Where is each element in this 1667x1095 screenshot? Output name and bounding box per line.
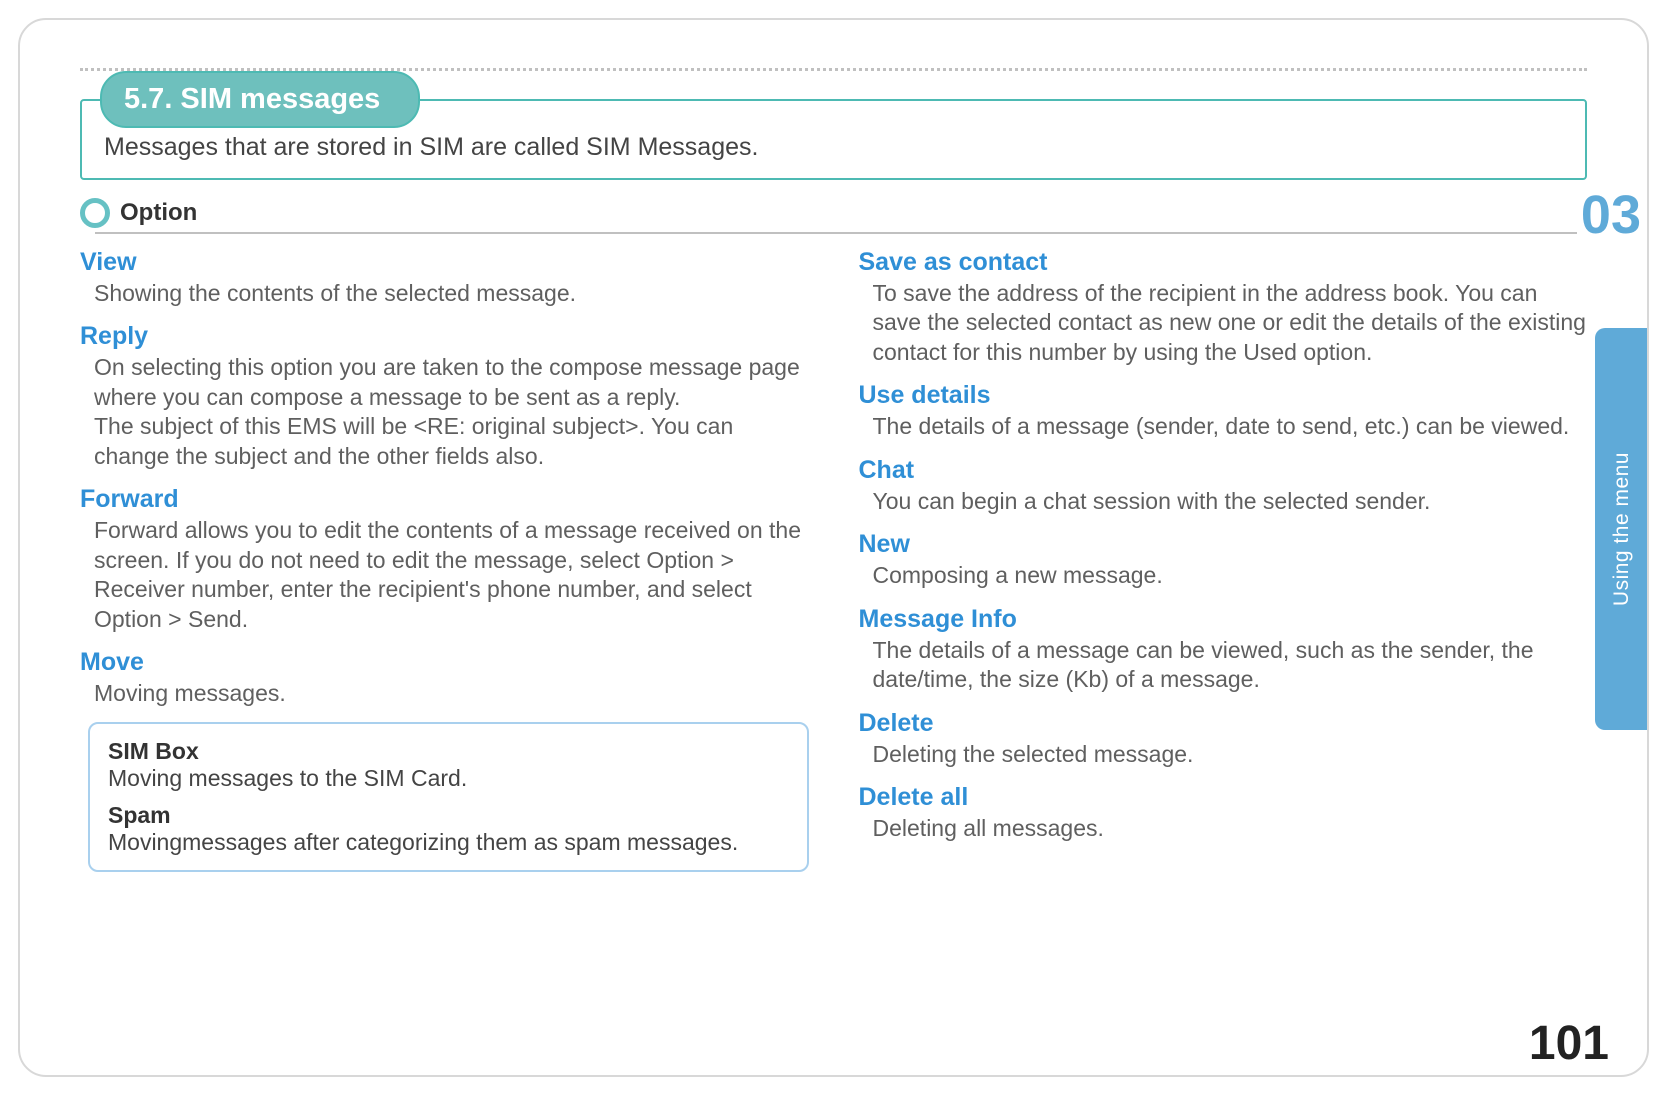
bullet-icon (80, 198, 110, 228)
option-body: Composing a new message. (859, 561, 1588, 590)
option-move: Move Moving messages. (80, 648, 809, 708)
option-title: Save as contact (859, 248, 1588, 277)
side-tab-label: Using the menu (1610, 452, 1634, 606)
option-title: Message Info (859, 605, 1588, 634)
option-delete: Delete Deleting the selected message. (859, 709, 1588, 769)
option-title: New (859, 530, 1588, 559)
option-title: Delete (859, 709, 1588, 738)
option-view: View Showing the contents of the selecte… (80, 248, 809, 308)
option-body: Deleting all messages. (859, 814, 1588, 843)
option-body: To save the address of the recipient in … (859, 279, 1588, 367)
option-title: Move (80, 648, 809, 677)
option-use-details: Use details The details of a message (se… (859, 381, 1588, 441)
option-body: On selecting this option you are taken t… (80, 353, 809, 471)
move-sub-box: SIM Box Moving messages to the SIM Card.… (88, 722, 809, 872)
columns: View Showing the contents of the selecte… (80, 248, 1587, 872)
option-body: Moving messages. (80, 679, 809, 708)
option-chat: Chat You can begin a chat session with t… (859, 456, 1588, 516)
sub-body: Movingmessages after categorizing them a… (108, 829, 789, 856)
option-label: Option (120, 199, 197, 227)
option-forward: Forward Forward allows you to edit the c… (80, 485, 809, 634)
option-heading: Option (80, 198, 1587, 228)
section-box: 5.7. SIM messages Messages that are stor… (80, 99, 1587, 180)
section-title-pill: 5.7. SIM messages (100, 71, 420, 128)
page-number: 101 (1529, 1016, 1609, 1071)
option-delete-all: Delete all Deleting all messages. (859, 783, 1588, 843)
option-body: Showing the contents of the selected mes… (80, 279, 809, 308)
option-title: View (80, 248, 809, 277)
left-column: View Showing the contents of the selecte… (80, 248, 809, 872)
option-body: You can begin a chat session with the se… (859, 487, 1588, 516)
chapter-number: 03 (1577, 188, 1645, 242)
option-message-info: Message Info The details of a message ca… (859, 605, 1588, 695)
option-body: Forward allows you to edit the contents … (80, 516, 809, 634)
option-title: Use details (859, 381, 1588, 410)
side-tab: Using the menu (1595, 328, 1649, 730)
option-title: Forward (80, 485, 809, 514)
option-rule (95, 232, 1587, 234)
option-body: The details of a message can be viewed, … (859, 636, 1588, 695)
option-body: The details of a message (sender, date t… (859, 412, 1588, 441)
option-new: New Composing a new message. (859, 530, 1588, 590)
option-save-as-contact: Save as contact To save the address of t… (859, 248, 1588, 367)
sub-body: Moving messages to the SIM Card. (108, 765, 789, 792)
option-reply: Reply On selecting this option you are t… (80, 322, 809, 471)
manual-page: 5.7. SIM messages Messages that are stor… (18, 18, 1649, 1077)
sub-title: SIM Box (108, 738, 789, 765)
right-column: Save as contact To save the address of t… (859, 248, 1588, 872)
option-body: Deleting the selected message. (859, 740, 1588, 769)
option-title: Delete all (859, 783, 1588, 812)
option-title: Reply (80, 322, 809, 351)
sub-title: Spam (108, 802, 789, 829)
option-title: Chat (859, 456, 1588, 485)
